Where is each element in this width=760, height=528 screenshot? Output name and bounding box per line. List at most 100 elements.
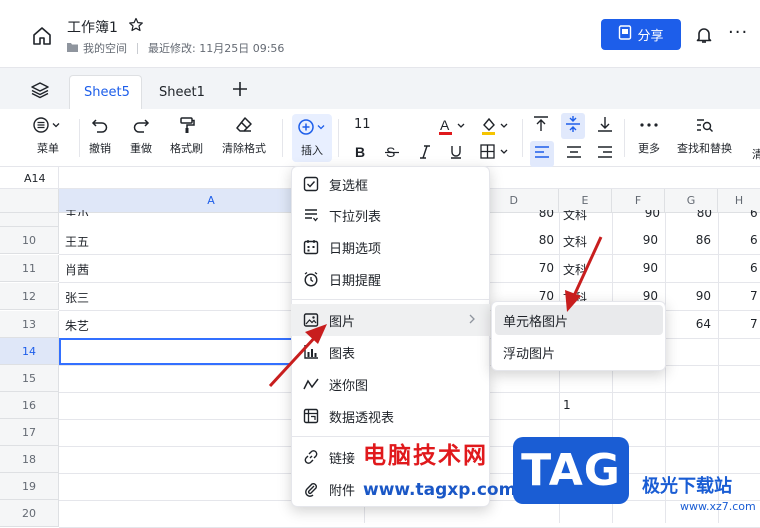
align-top-icon[interactable] bbox=[532, 115, 550, 137]
svg-text:B: B bbox=[355, 145, 365, 159]
row-header-partial[interactable] bbox=[0, 213, 59, 227]
corner-cell[interactable] bbox=[0, 189, 59, 213]
cell-d: 80 bbox=[538, 233, 554, 247]
cell-h: 7 bbox=[750, 317, 758, 331]
format-painter-icon bbox=[179, 117, 195, 133]
align-bottom-icon[interactable] bbox=[596, 115, 614, 137]
cell-name: 张三 bbox=[65, 291, 90, 305]
undo-button[interactable]: 撤销 bbox=[89, 116, 111, 156]
layers-icon[interactable] bbox=[30, 80, 50, 100]
alarm-clock-icon bbox=[304, 271, 318, 287]
font-color-icon[interactable]: A bbox=[438, 116, 468, 140]
cell-e: 1 bbox=[563, 398, 571, 412]
format-painter-button[interactable]: 格式刷 bbox=[170, 116, 203, 156]
bell-icon[interactable] bbox=[694, 25, 714, 45]
add-sheet-icon[interactable] bbox=[231, 80, 249, 98]
find-replace-button[interactable]: 查找和替换 bbox=[677, 116, 732, 156]
insert-button[interactable]: 插入 bbox=[292, 114, 332, 162]
undo-icon bbox=[91, 119, 108, 133]
strikethrough-icon[interactable]: S bbox=[385, 144, 399, 163]
more-options-button[interactable]: ··· bbox=[728, 22, 748, 43]
tab-sheet5[interactable]: Sheet5 bbox=[69, 75, 142, 109]
name-box[interactable]: A14 bbox=[24, 172, 46, 185]
cell-e: 文科 bbox=[563, 263, 588, 277]
column-header-h[interactable]: H bbox=[718, 189, 760, 213]
menu-item-checkbox[interactable]: 复选框 bbox=[291, 168, 490, 200]
menu-item-chart[interactable]: 图表 bbox=[291, 336, 490, 368]
calendar-icon bbox=[303, 240, 319, 255]
truncated-toolbar-label[interactable]: 清 bbox=[752, 146, 760, 162]
row-header[interactable]: 10 bbox=[0, 227, 59, 254]
bar-chart-icon bbox=[304, 345, 318, 359]
document-title[interactable]: 工作簿1 bbox=[67, 17, 118, 37]
find-icon bbox=[696, 119, 713, 132]
doc-location[interactable]: 我的空间 bbox=[83, 40, 127, 56]
watermark-url-2: www.xz7.com bbox=[680, 500, 756, 513]
column-header-f[interactable]: F bbox=[612, 189, 665, 213]
clear-format-button[interactable]: 清除格式 bbox=[222, 116, 266, 156]
underline-icon[interactable] bbox=[449, 145, 463, 163]
cell-h: 6 bbox=[750, 233, 758, 247]
share-label: 分享 bbox=[637, 29, 664, 44]
menu-item-date-picker[interactable]: 日期选项 bbox=[291, 231, 490, 263]
cell-e: 文科 bbox=[563, 235, 588, 249]
menu-item-dropdown-list[interactable]: 下拉列表 bbox=[291, 199, 490, 231]
column-header-e[interactable]: E bbox=[559, 189, 612, 213]
more-tools-button[interactable]: 更多 bbox=[637, 116, 661, 156]
submenu-item-floating-image[interactable]: 浮动图片 bbox=[495, 337, 663, 367]
row-header[interactable]: 17 bbox=[0, 419, 59, 446]
align-left-icon[interactable] bbox=[530, 141, 554, 167]
cell-name: 王五 bbox=[65, 235, 90, 249]
folder-icon bbox=[67, 42, 78, 55]
star-icon[interactable] bbox=[128, 17, 144, 33]
borders-icon[interactable] bbox=[480, 144, 512, 164]
eraser-icon bbox=[236, 117, 252, 132]
font-size-value[interactable]: 11 bbox=[354, 117, 371, 132]
menu-item-image[interactable]: 图片 bbox=[291, 304, 490, 336]
italic-icon[interactable] bbox=[418, 145, 432, 163]
row-header[interactable]: 16 bbox=[0, 392, 59, 419]
column-header-g[interactable]: G bbox=[665, 189, 718, 213]
row-header[interactable]: 14 bbox=[0, 338, 59, 365]
cell-g: 86 bbox=[695, 233, 711, 247]
image-icon bbox=[303, 313, 319, 327]
menu-button[interactable]: 菜单 bbox=[32, 116, 64, 156]
menu-item-date-reminder[interactable]: 日期提醒 bbox=[291, 263, 490, 295]
home-icon[interactable] bbox=[30, 24, 54, 48]
fill-color-icon[interactable] bbox=[481, 116, 511, 140]
pivot-table-icon bbox=[303, 408, 319, 424]
watermark-chinese-text: 电脑技术网 bbox=[363, 443, 488, 469]
toolbar-divider bbox=[338, 119, 339, 157]
row-header[interactable]: 13 bbox=[0, 311, 59, 338]
watermark-jiguang-text: 极光下载站 bbox=[642, 476, 732, 497]
selected-cell-a14[interactable] bbox=[59, 338, 297, 365]
menu-item-pivot-table[interactable]: 数据透视表 bbox=[291, 400, 490, 432]
row-header[interactable]: 18 bbox=[0, 446, 59, 473]
doc-meta: 我的空间 最近修改: 11月25日 09:56 bbox=[67, 40, 284, 56]
tab-sheet1[interactable]: Sheet1 bbox=[145, 75, 215, 109]
cell-g: 64 bbox=[695, 317, 711, 331]
cell-name: 肖茜 bbox=[65, 263, 90, 277]
chevron-right-icon bbox=[468, 313, 476, 328]
redo-icon bbox=[133, 119, 150, 133]
bold-icon[interactable]: B bbox=[354, 144, 368, 163]
align-right-icon[interactable] bbox=[596, 143, 614, 165]
cell-d: 70 bbox=[538, 261, 554, 275]
submenu-item-cell-image[interactable]: 单元格图片 bbox=[495, 305, 663, 335]
namebox-divider bbox=[58, 167, 59, 189]
list-icon bbox=[305, 209, 319, 222]
align-middle-icon[interactable] bbox=[561, 113, 585, 139]
align-center-icon[interactable] bbox=[565, 143, 583, 165]
menu-icon bbox=[33, 117, 60, 133]
redo-button[interactable]: 重做 bbox=[130, 116, 152, 156]
toolbar-divider bbox=[624, 119, 625, 157]
sparkline-icon bbox=[303, 378, 319, 390]
row-header[interactable]: 19 bbox=[0, 473, 59, 500]
row-header[interactable]: 12 bbox=[0, 283, 59, 310]
row-header[interactable]: 11 bbox=[0, 255, 59, 282]
insert-plus-icon bbox=[298, 119, 325, 135]
share-button[interactable]: 分享 bbox=[601, 19, 681, 50]
menu-item-sparkline[interactable]: 迷你图 bbox=[291, 368, 490, 400]
row-header[interactable]: 15 bbox=[0, 365, 59, 392]
toolbar-divider bbox=[282, 119, 283, 157]
